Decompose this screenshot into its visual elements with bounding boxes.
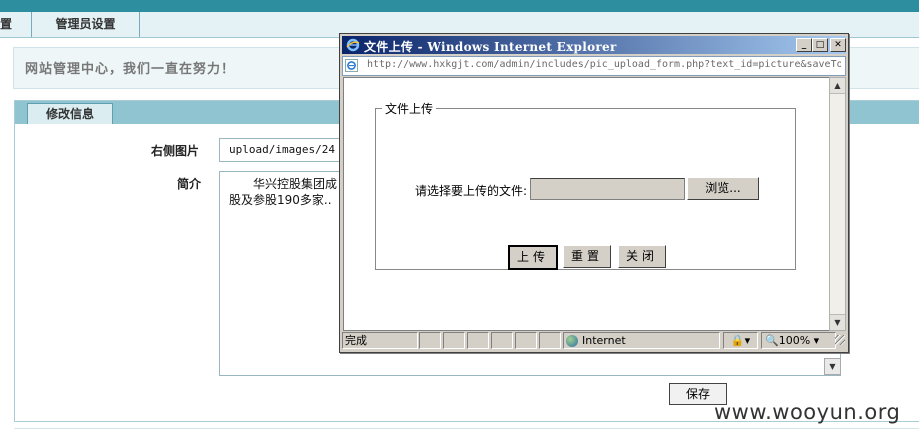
address-bar[interactable]: http://www.hxkgjt.com/admin/includes/pic…	[342, 56, 846, 76]
chevron-down-icon: ▾	[810, 334, 820, 347]
nav-tab-settings-partial[interactable]: 置	[0, 12, 32, 37]
close-button[interactable]: 关闭	[618, 245, 666, 268]
status-pane	[539, 332, 561, 349]
intro-line-1: 华兴控股集团成	[229, 177, 338, 191]
status-text: 完成	[342, 332, 418, 349]
status-bar: 完成 Internet 🔒▾ 🔍100% ▾	[342, 331, 846, 349]
reset-button[interactable]: 重置	[563, 245, 611, 268]
title-bar[interactable]: 文件上传 - Windows Internet Explorer _ □ ✕	[342, 36, 846, 54]
zoom-dropdown[interactable]: 🔍100% ▾	[761, 332, 836, 349]
internet-explorer-icon	[346, 38, 360, 52]
choose-file-label: 请选择要上传的文件:	[415, 184, 528, 198]
intro-line-2: 股及参股190多家..	[229, 193, 332, 207]
file-path-input[interactable]	[530, 178, 685, 200]
close-window-button[interactable]: ✕	[830, 38, 846, 52]
watermark: www.wooyun.org	[714, 400, 901, 424]
scroll-up-arrow[interactable]: ▲	[830, 78, 845, 94]
lock-icon: 🔒	[730, 334, 745, 347]
right-image-value: upload/images/24	[229, 143, 335, 156]
status-pane	[491, 332, 513, 349]
window-title: 文件上传 - Windows Internet Explorer	[364, 40, 617, 54]
nav-tab-admin-settings[interactable]: 管理员设置	[32, 12, 140, 37]
status-pane	[467, 332, 489, 349]
right-image-label: 右侧图片	[151, 144, 200, 158]
browse-button[interactable]: 浏览...	[687, 177, 759, 200]
magnifier-icon: 🔍	[765, 334, 779, 347]
popup-content: 文件上传 请选择要上传的文件: 浏览... 上传 重置 关闭	[343, 77, 830, 331]
maximize-button[interactable]: □	[812, 38, 828, 52]
top-bar	[0, 0, 919, 12]
vertical-scrollbar[interactable]: ▲ ▼	[829, 77, 846, 331]
scroll-down-arrow[interactable]: ▼	[830, 314, 845, 330]
upload-button[interactable]: 上传	[508, 245, 558, 270]
resize-grip[interactable]	[835, 335, 845, 345]
textarea-scroll-down-arrow[interactable]: ▼	[824, 358, 841, 375]
protected-mode-dropdown[interactable]: 🔒▾	[723, 332, 758, 349]
minimize-button[interactable]: _	[796, 38, 812, 52]
intro-label: 简介	[177, 177, 202, 191]
welcome-text: 网站管理中心，我们一直在努力！	[25, 62, 236, 77]
chevron-down-icon: ▾	[744, 334, 751, 347]
fieldset-legend: 文件上传	[385, 102, 434, 116]
right-image-input[interactable]: upload/images/24	[219, 138, 351, 162]
status-pane	[419, 332, 441, 349]
url-text: http://www.hxkgjt.com/admin/includes/pic…	[367, 59, 841, 70]
globe-icon	[566, 335, 578, 347]
zoom-level: 100%	[778, 334, 811, 347]
bottom-strip	[14, 428, 919, 445]
zone-label: Internet	[582, 334, 626, 347]
tab-edit-info[interactable]: 修改信息	[27, 103, 113, 124]
status-pane	[515, 332, 537, 349]
page-icon	[345, 59, 358, 72]
status-pane	[443, 332, 465, 349]
security-zone[interactable]: Internet	[563, 332, 720, 349]
ie-popup-window: 文件上传 - Windows Internet Explorer _ □ ✕ h…	[339, 33, 849, 353]
